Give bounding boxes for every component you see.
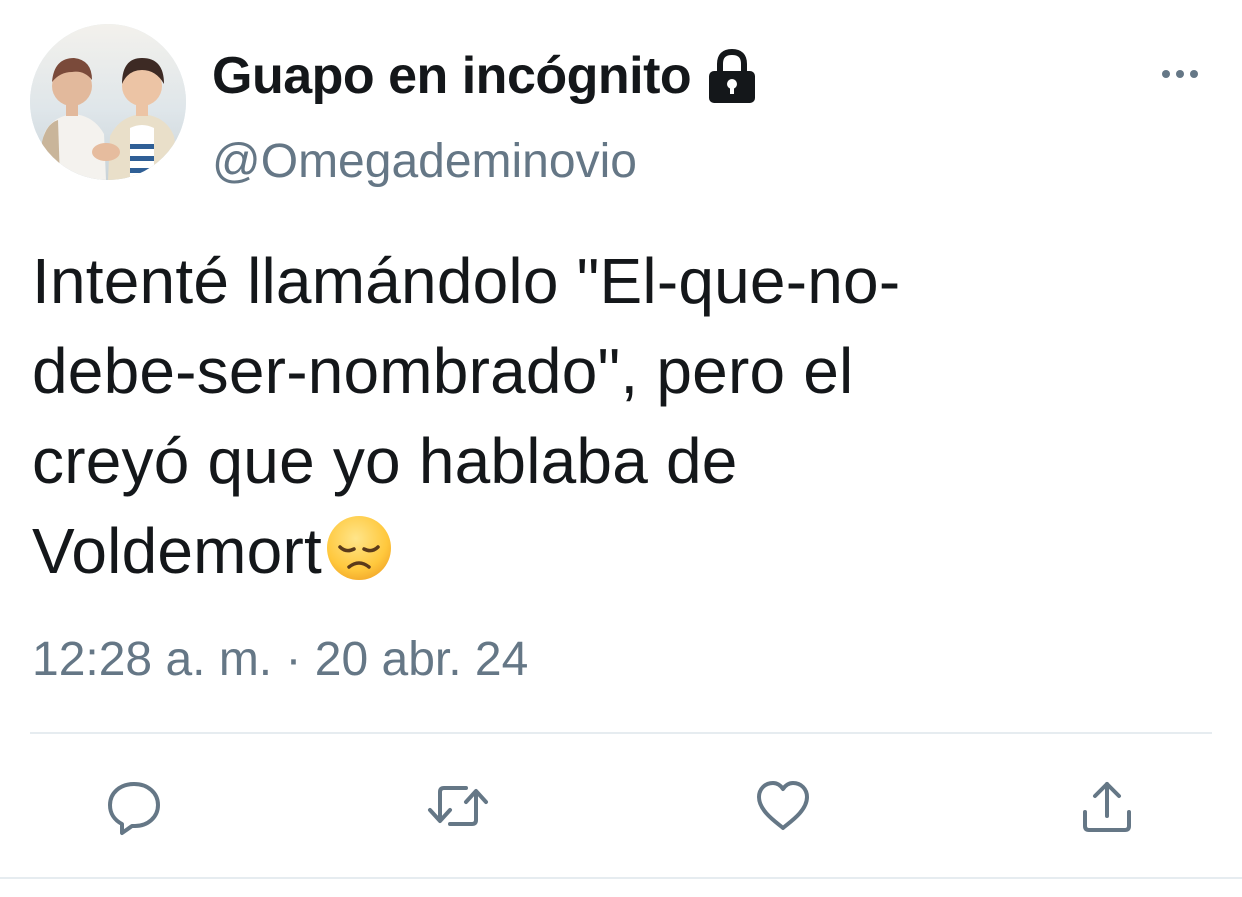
share-icon xyxy=(1083,782,1131,832)
divider xyxy=(30,732,1212,734)
avatar[interactable] xyxy=(30,24,186,180)
user-handle[interactable]: @Omegademinovio xyxy=(212,134,637,189)
more-icon[interactable] xyxy=(1150,56,1210,92)
tweet-text-line: Voldemort xyxy=(32,515,322,587)
tweet-timestamp[interactable]: 12:28 a. m. · 20 abr. 24 xyxy=(32,632,528,687)
disappointed-face-emoji xyxy=(324,513,394,583)
divider xyxy=(0,877,1242,879)
share-button[interactable] xyxy=(1075,774,1139,838)
like-button[interactable] xyxy=(751,774,815,838)
retweet-icon xyxy=(428,786,488,826)
reply-button[interactable] xyxy=(102,774,166,838)
avatar-image xyxy=(30,24,186,180)
tweet-text: Intenté llamándolo "El-que-no- debe-ser-… xyxy=(32,236,1182,596)
retweet-button[interactable] xyxy=(426,774,490,838)
lock-icon xyxy=(705,47,759,105)
like-icon xyxy=(757,781,809,830)
tweet-card: Guapo en incógnito @Omegademinovio Inten… xyxy=(0,0,1242,897)
display-name-text: Guapo en incógnito xyxy=(212,47,692,105)
reply-icon xyxy=(108,782,160,835)
tweet-text-line: Intenté llamándolo "El-que-no- xyxy=(32,245,901,317)
tweet-text-line: creyó que yo hablaba de xyxy=(32,425,738,497)
tweet-text-line: debe-ser-nombrado", pero el xyxy=(32,335,854,407)
display-name[interactable]: Guapo en incógnito xyxy=(212,46,759,106)
tweet-text-last-line: Voldemort xyxy=(32,506,1182,596)
